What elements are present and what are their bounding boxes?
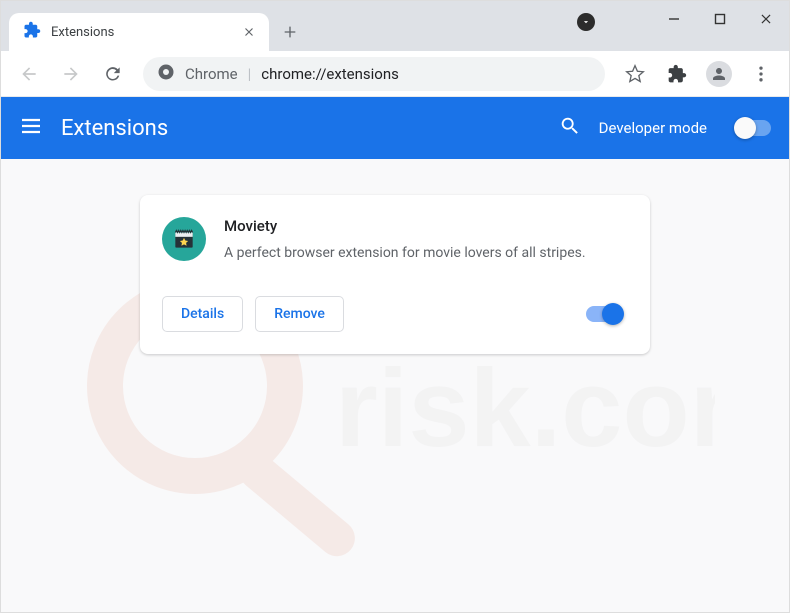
extensions-header: Extensions Developer mode	[1, 97, 789, 159]
developer-mode-toggle[interactable]	[735, 120, 771, 136]
minimize-button[interactable]	[651, 1, 697, 37]
profile-avatar[interactable]	[701, 56, 737, 92]
developer-mode-label: Developer mode	[599, 119, 707, 137]
omnibox-separator: |	[248, 65, 252, 83]
maximize-button[interactable]	[697, 1, 743, 37]
browser-window: Extensions Chrome | chrome://extensions	[0, 0, 790, 613]
back-button[interactable]	[11, 56, 47, 92]
remove-button[interactable]: Remove	[255, 296, 344, 332]
tab-title: Extensions	[51, 25, 233, 40]
kebab-menu-icon[interactable]	[743, 56, 779, 92]
svg-text:risk.com: risk.com	[335, 347, 715, 470]
puzzle-icon	[23, 21, 41, 43]
reload-button[interactable]	[95, 56, 131, 92]
content-area: risk.com Moviety A perfect browser exten…	[1, 159, 789, 612]
hamburger-menu-icon[interactable]	[19, 114, 43, 142]
close-tab-icon[interactable]	[243, 23, 255, 42]
extension-enable-toggle[interactable]	[586, 306, 622, 322]
toolbar: Chrome | chrome://extensions	[1, 51, 789, 97]
window-controls	[651, 1, 789, 37]
new-tab-button[interactable]	[273, 15, 307, 49]
browser-tab[interactable]: Extensions	[9, 13, 269, 51]
address-bar[interactable]: Chrome | chrome://extensions	[143, 57, 605, 91]
details-button[interactable]: Details	[162, 296, 243, 332]
extension-name: Moviety	[224, 217, 586, 235]
close-window-button[interactable]	[743, 1, 789, 37]
extension-description: A perfect browser extension for movie lo…	[224, 243, 586, 264]
omnibox-origin-label: Chrome	[185, 65, 238, 83]
chrome-logo-icon	[157, 63, 175, 85]
bookmark-star-icon[interactable]	[617, 56, 653, 92]
page-title: Extensions	[61, 116, 541, 141]
extension-icon	[162, 217, 206, 261]
extensions-puzzle-icon[interactable]	[659, 56, 695, 92]
card-actions: Details Remove	[162, 296, 628, 332]
extension-info: Moviety A perfect browser extension for …	[224, 217, 586, 264]
omnibox-url: chrome://extensions	[261, 65, 399, 83]
extension-card: Moviety A perfect browser extension for …	[140, 195, 650, 354]
card-body: Moviety A perfect browser extension for …	[162, 217, 628, 264]
search-icon[interactable]	[559, 115, 581, 141]
titlebar: Extensions	[1, 1, 789, 51]
tab-search-button[interactable]	[577, 13, 595, 31]
forward-button[interactable]	[53, 56, 89, 92]
